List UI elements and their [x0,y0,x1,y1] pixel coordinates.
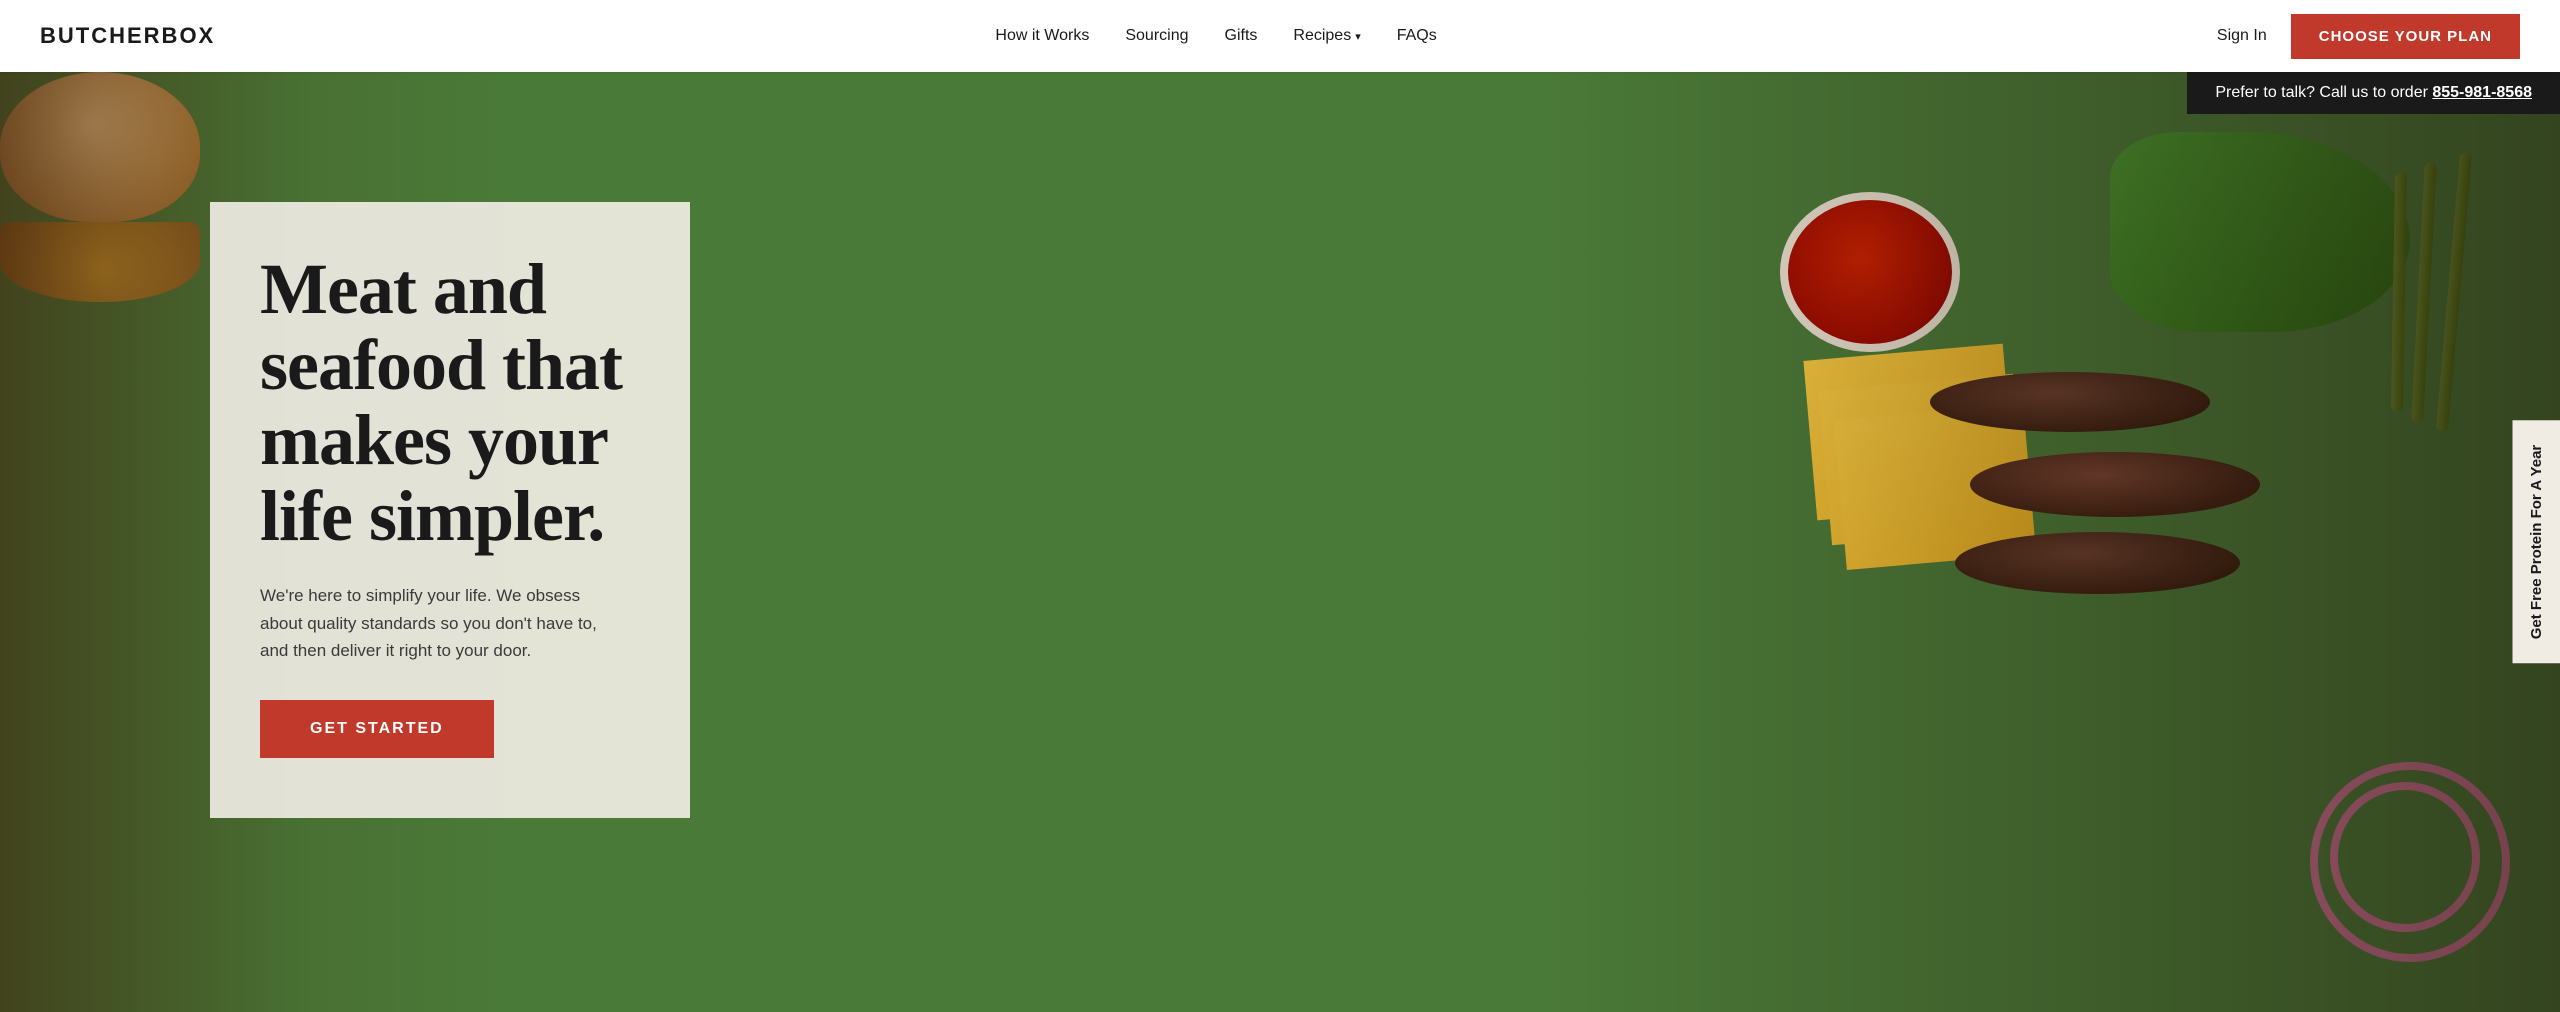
nav-link-sourcing[interactable]: Sourcing [1125,27,1188,44]
choose-plan-button[interactable]: CHOOSE YOUR PLAN [2291,14,2520,59]
nav-link-gifts[interactable]: Gifts [1225,27,1258,44]
nav-right: Sign In CHOOSE YOUR PLAN [2217,14,2520,59]
hero-section: Prefer to talk? Call us to order 855-981… [0,72,2560,1012]
nav-item-gifts[interactable]: Gifts [1225,27,1258,45]
nav-links: How it Works Sourcing Gifts Recipes ▾ FA… [995,27,1436,45]
hero-headline: Meat and seafood that makes your life si… [260,252,640,554]
nav-item-sourcing[interactable]: Sourcing [1125,27,1188,45]
nav-link-how-it-works[interactable]: How it Works [995,27,1089,44]
phone-banner: Prefer to talk? Call us to order 855-981… [2187,72,2560,114]
logo[interactable]: BUTCHERBOX [40,23,215,49]
nav-link-recipes[interactable]: Recipes ▾ [1293,27,1360,45]
nav-item-how-it-works[interactable]: How it Works [995,27,1089,45]
phone-number-link[interactable]: 855-981-8568 [2432,84,2532,101]
navbar: BUTCHERBOX How it Works Sourcing Gifts R… [0,0,2560,72]
nav-item-faqs[interactable]: FAQs [1397,27,1437,45]
hero-content-panel: Meat and seafood that makes your life si… [210,202,690,818]
side-tab-free-protein[interactable]: Get Free Protein For A Year [2513,421,2560,664]
get-started-button[interactable]: GET STARTED [260,700,494,758]
phone-banner-text: Prefer to talk? Call us to order [2215,84,2432,101]
sign-in-link[interactable]: Sign In [2217,27,2267,45]
nav-recipes-label: Recipes [1293,27,1351,45]
nav-item-recipes[interactable]: Recipes ▾ [1293,27,1360,45]
nav-link-faqs[interactable]: FAQs [1397,27,1437,44]
chevron-down-icon: ▾ [1355,30,1361,43]
hero-subtext: We're here to simplify your life. We obs… [260,582,620,664]
